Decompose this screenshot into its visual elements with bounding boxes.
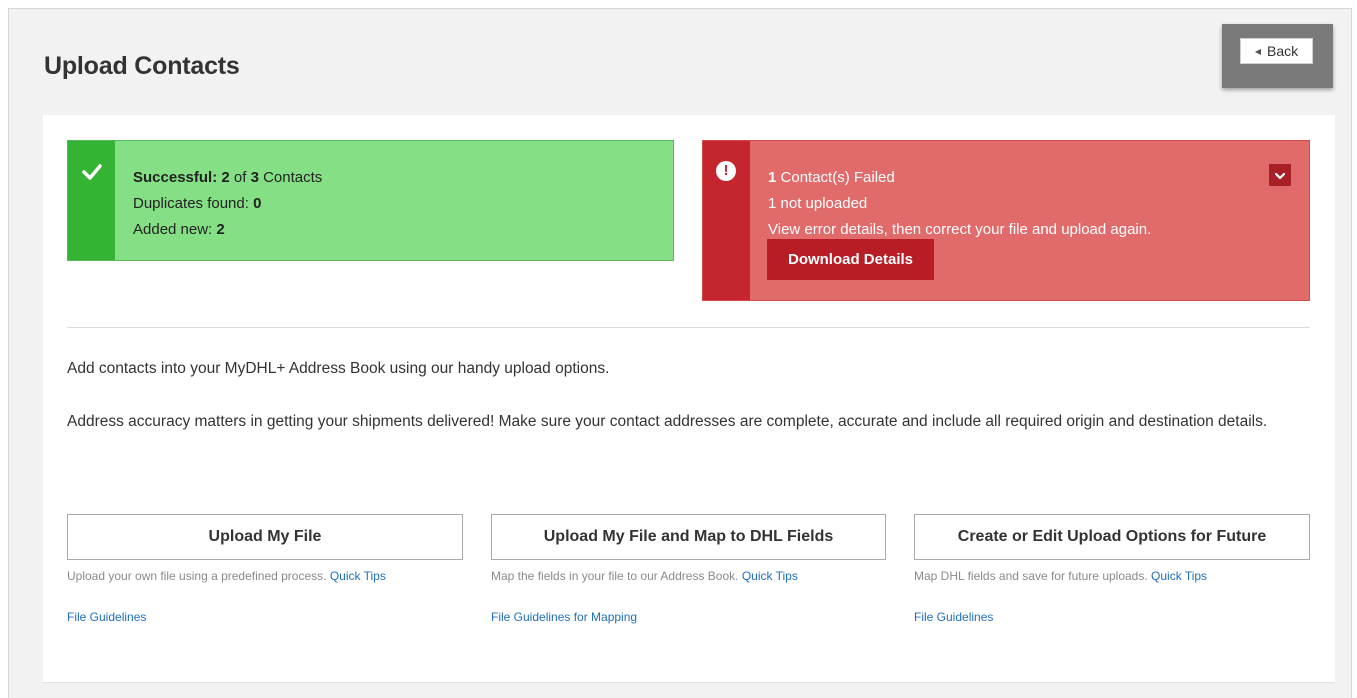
success-text: Successful: 2 of 3 Contacts Duplicates f… — [133, 165, 322, 243]
duplicates-line: Duplicates found: 0 — [133, 191, 322, 217]
quick-tips-link[interactable]: Quick Tips — [1151, 569, 1207, 583]
option-description: Map the fields in your file to our Addre… — [491, 569, 739, 583]
page-title: Upload Contacts — [44, 52, 240, 80]
create-edit-upload-options-button[interactable]: Create or Edit Upload Options for Future — [914, 514, 1310, 560]
back-button-wrapper: ◀ Back — [1222, 24, 1333, 88]
file-guidelines-link[interactable]: File Guidelines — [67, 610, 146, 624]
upload-and-map-button[interactable]: Upload My File and Map to DHL Fields — [491, 514, 886, 560]
intro-line-1: Add contacts into your MyDHL+ Address Bo… — [67, 360, 610, 377]
success-count: 2 — [221, 169, 230, 186]
success-label: Successful: — [133, 169, 218, 186]
intro-line-2: Address accuracy matters in getting your… — [67, 413, 1268, 430]
duplicates-value: 0 — [253, 195, 262, 212]
duplicates-label: Duplicates found: — [133, 195, 249, 212]
success-of: of — [233, 169, 247, 186]
chevron-left-icon: ◀ — [1254, 46, 1262, 56]
success-bar — [68, 141, 115, 260]
success-unit: Contacts — [263, 169, 323, 186]
download-details-button[interactable]: Download Details — [767, 239, 934, 280]
option-description: Upload your own file using a predefined … — [67, 569, 327, 583]
failed-count: 1 — [768, 169, 777, 186]
upload-my-file-description: Upload your own file using a predefined … — [67, 569, 386, 583]
failed-banner: ! 1 Contact(s) Failed 1 not uploaded Vie… — [702, 140, 1310, 301]
checkmark-icon — [82, 164, 102, 180]
quick-tips-link[interactable]: Quick Tips — [330, 569, 386, 583]
upload-and-map-description: Map the fields in your file to our Addre… — [491, 569, 798, 583]
failed-bar: ! — [703, 141, 750, 300]
option-description: Map DHL fields and save for future uploa… — [914, 569, 1148, 583]
success-total: 3 — [250, 169, 259, 186]
not-uploaded-line: 1 not uploaded — [768, 195, 868, 212]
back-button-label: Back — [1267, 43, 1299, 59]
quick-tips-link[interactable]: Quick Tips — [742, 569, 798, 583]
create-edit-upload-options-description: Map DHL fields and save for future uploa… — [914, 569, 1207, 583]
file-guidelines-link[interactable]: File Guidelines — [914, 610, 993, 624]
added-line: Added new: 2 — [133, 217, 322, 243]
success-summary: Successful: 2 of 3 Contacts — [133, 165, 322, 191]
added-label: Added new: — [133, 221, 213, 238]
divider — [67, 327, 1310, 328]
failed-text: 1 Contact(s) Failed 1 not uploaded View … — [768, 165, 1151, 243]
chevron-down-icon[interactable] — [1269, 164, 1291, 186]
success-banner: Successful: 2 of 3 Contacts Duplicates f… — [67, 140, 674, 261]
exclamation-circle-icon: ! — [716, 161, 736, 181]
failed-summary: 1 Contact(s) Failed — [768, 165, 1151, 191]
back-button[interactable]: ◀ Back — [1240, 38, 1313, 64]
failed-label: Contact(s) Failed — [780, 169, 895, 186]
file-guidelines-mapping-link[interactable]: File Guidelines for Mapping — [491, 610, 637, 624]
upload-my-file-button[interactable]: Upload My File — [67, 514, 463, 560]
added-value: 2 — [216, 221, 225, 238]
